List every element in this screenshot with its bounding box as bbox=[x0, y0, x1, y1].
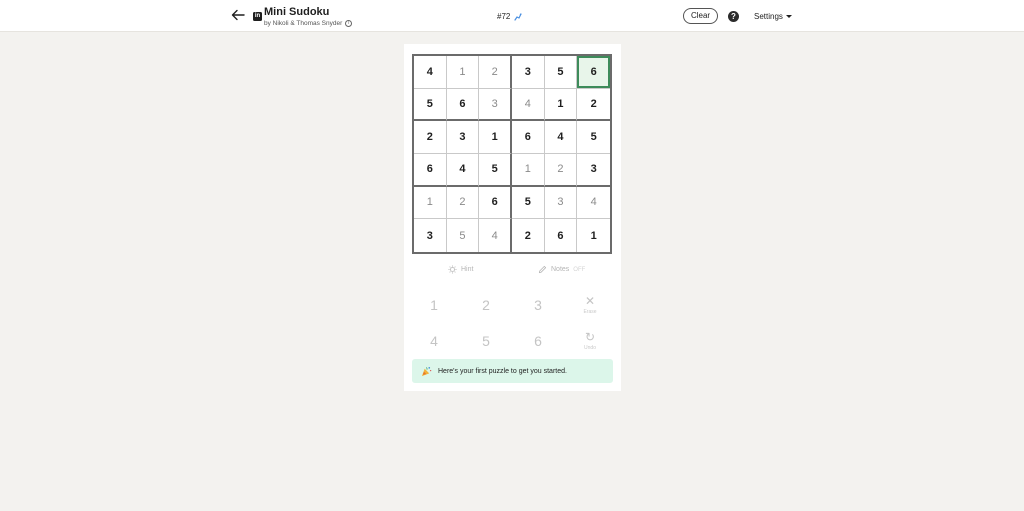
tool-row: Hint Notes OFF bbox=[404, 265, 621, 279]
streak-icon bbox=[514, 12, 522, 21]
notes-label: Notes bbox=[551, 266, 570, 273]
number-key-6[interactable]: 6 bbox=[523, 326, 553, 356]
grid-cell[interactable]: 2 bbox=[414, 121, 447, 154]
grid-cell[interactable]: 1 bbox=[577, 219, 610, 252]
grid-cell[interactable]: 3 bbox=[577, 154, 610, 187]
grid-cell[interactable]: 2 bbox=[577, 89, 610, 122]
number-key-4[interactable]: 4 bbox=[419, 326, 449, 356]
help-icon[interactable]: ? bbox=[728, 11, 739, 22]
pencil-icon bbox=[538, 265, 547, 274]
number-key-2[interactable]: 2 bbox=[471, 290, 501, 320]
grid-cell[interactable]: 1 bbox=[544, 88, 578, 122]
number-pad: 1 2 3 ✕ Erase 4 5 6 ↻ Undo bbox=[404, 290, 621, 362]
sudoku-grid: 412356563412231645645123126534354261 bbox=[412, 54, 612, 254]
grid-cell[interactable]: 4 bbox=[414, 56, 447, 89]
grid-cell[interactable]: 1 bbox=[479, 121, 512, 154]
grid-cell[interactable]: 5 bbox=[544, 56, 578, 89]
top-bar: in Mini Sudoku by Nikoli & Thomas Snyder… bbox=[0, 0, 1024, 32]
grid-cell[interactable]: 4 bbox=[544, 121, 578, 154]
puzzle-number-text: #72 bbox=[497, 12, 511, 21]
hint-label: Hint bbox=[461, 266, 474, 273]
grid-cell[interactable]: 3 bbox=[512, 56, 545, 89]
number-key-5[interactable]: 5 bbox=[471, 326, 501, 356]
grid-cell[interactable]: 6 bbox=[512, 121, 545, 154]
game-title: Mini Sudoku bbox=[264, 6, 330, 18]
grid-cell[interactable]: 5 bbox=[447, 219, 480, 252]
settings-label: Settings bbox=[754, 12, 783, 21]
clear-button[interactable]: Clear bbox=[683, 8, 718, 24]
grid-cell[interactable]: 5 bbox=[577, 121, 610, 154]
grid-cell[interactable]: 3 bbox=[544, 186, 578, 220]
grid-cell[interactable]: 6 bbox=[545, 219, 578, 252]
grid-cell[interactable]: 4 bbox=[446, 154, 480, 187]
grid-cell[interactable]: 3 bbox=[479, 88, 512, 122]
grid-cell[interactable]: 3 bbox=[414, 219, 447, 252]
grid-cell[interactable]: 2 bbox=[446, 186, 480, 220]
grid-cell[interactable]: 2 bbox=[512, 219, 545, 252]
grid-cell[interactable]: 2 bbox=[479, 56, 512, 89]
grid-cell[interactable]: 6 bbox=[414, 154, 447, 187]
game-byline: by Nikoli & Thomas Snyder i bbox=[264, 20, 353, 27]
back-arrow-icon[interactable] bbox=[230, 7, 246, 23]
erase-button[interactable]: ✕ Erase bbox=[575, 290, 605, 320]
info-banner: Here's your first puzzle to get you star… bbox=[412, 359, 613, 383]
number-key-3[interactable]: 3 bbox=[523, 290, 553, 320]
grid-cell[interactable]: 5 bbox=[414, 88, 447, 122]
lightbulb-icon bbox=[448, 265, 457, 274]
grid-cell[interactable]: 6 bbox=[577, 56, 610, 89]
puzzle-number: #72 bbox=[497, 12, 522, 21]
party-popper-icon bbox=[421, 366, 432, 376]
grid-cell[interactable]: 3 bbox=[446, 121, 480, 154]
chevron-down-icon bbox=[785, 15, 792, 18]
settings-menu[interactable]: Settings bbox=[754, 12, 792, 21]
grid-cell[interactable]: 1 bbox=[512, 154, 545, 187]
close-icon: ✕ bbox=[584, 294, 596, 308]
grid-cell[interactable]: 2 bbox=[544, 154, 578, 187]
grid-cell[interactable]: 4 bbox=[577, 187, 610, 220]
banner-text: Here's your first puzzle to get you star… bbox=[438, 367, 567, 375]
linkedin-logo-icon: in bbox=[253, 12, 262, 21]
grid-cell[interactable]: 6 bbox=[479, 186, 512, 220]
undo-label: Undo bbox=[584, 345, 596, 351]
hint-button[interactable]: Hint bbox=[448, 265, 473, 274]
notes-toggle[interactable]: Notes OFF bbox=[538, 265, 585, 274]
undo-icon: ↻ bbox=[584, 330, 596, 344]
grid-cell[interactable]: 5 bbox=[479, 154, 512, 187]
number-key-1[interactable]: 1 bbox=[419, 290, 449, 320]
notes-state: OFF bbox=[573, 266, 586, 273]
erase-label: Erase bbox=[583, 309, 597, 315]
grid-cell[interactable]: 4 bbox=[479, 219, 512, 252]
grid-cell[interactable]: 4 bbox=[512, 88, 545, 122]
grid-cell[interactable]: 1 bbox=[414, 186, 447, 220]
grid-cell[interactable]: 1 bbox=[446, 56, 480, 89]
grid-cell[interactable]: 5 bbox=[512, 186, 545, 220]
game-panel: 412356563412231645645123126534354261 Hin… bbox=[404, 44, 621, 391]
byline-text: by Nikoli & Thomas Snyder bbox=[264, 20, 343, 27]
info-icon[interactable]: i bbox=[345, 20, 353, 27]
grid-cell[interactable]: 6 bbox=[446, 88, 480, 122]
undo-button[interactable]: ↻ Undo bbox=[575, 326, 605, 356]
